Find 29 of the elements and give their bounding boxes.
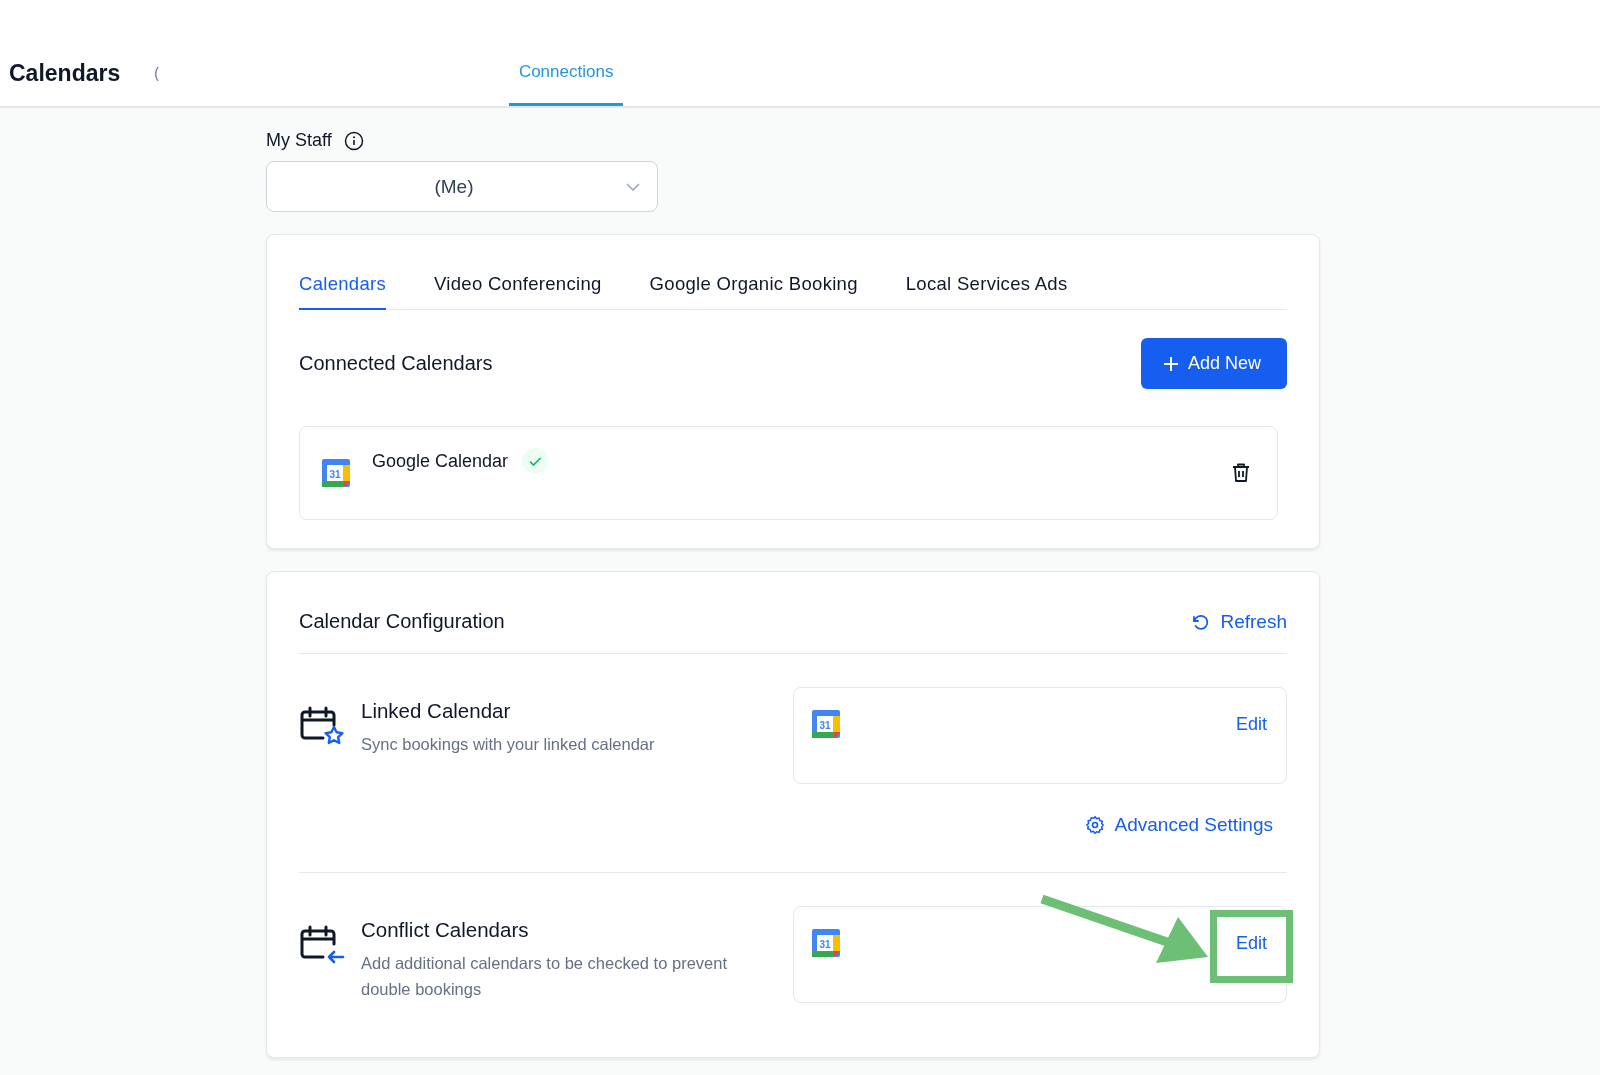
row-description: Sync bookings with your linked calendar — [361, 734, 656, 755]
calendar-logo-icon: 31 — [320, 457, 352, 489]
page-title: Calendars — [9, 59, 121, 87]
row-title: Conflict Calendars — [361, 918, 530, 942]
field-label: My Staff — [266, 130, 332, 151]
edit-link[interactable]: Edit — [1235, 714, 1267, 734]
advanced-settings-link[interactable]: Advanced Settings — [1084, 814, 1273, 836]
staff-dropdown[interactable]: (Me) — [266, 161, 658, 212]
nav-tab[interactable]: Connections — [508, 40, 624, 106]
tab[interactable]: Video Conferencing — [434, 273, 602, 310]
plus-icon — [1162, 355, 1179, 372]
refresh-link[interactable]: Refresh — [1190, 611, 1287, 633]
tab[interactable]: Calendars — [299, 273, 387, 310]
row-title: Linked Calendar — [361, 699, 512, 723]
edit-link[interactable]: Edit — [1235, 933, 1267, 953]
section-heading: Calendar Configuration — [299, 610, 505, 633]
tab[interactable]: Google Organic Booking — [649, 273, 858, 310]
truncated-text: ( — [154, 65, 159, 81]
calendar-logo-icon: 31 — [810, 708, 842, 740]
chevron-down-icon — [625, 181, 641, 192]
tab[interactable]: Local Services Ads — [905, 273, 1068, 310]
calendar-logo-icon: 31 — [810, 927, 842, 959]
section-heading: Connected Calendars — [299, 352, 493, 375]
row-description: Add additional calendars to be checked to prevent double bookings — [361, 953, 728, 1000]
settings-icon — [1084, 815, 1105, 835]
refresh-icon — [1190, 612, 1211, 632]
info-icon[interactable] — [343, 130, 364, 151]
add-new-button[interactable]: Add New — [1140, 338, 1287, 389]
calendar-name: Google Calendar — [372, 450, 509, 472]
